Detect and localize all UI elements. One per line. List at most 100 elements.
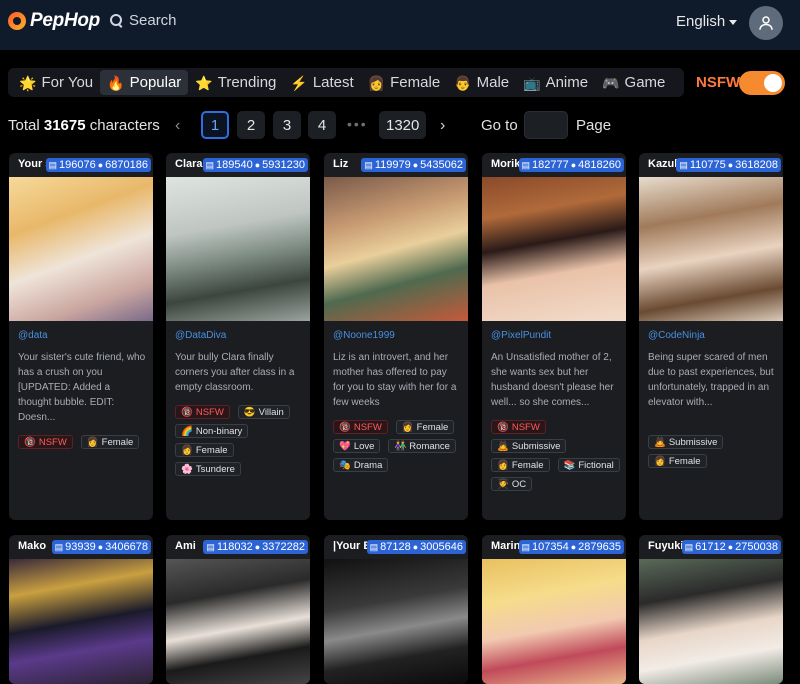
tag-drama[interactable]: 🎭 Drama bbox=[333, 458, 389, 472]
character-card[interactable]: Fuyuki ▤ 61712 ● 2750038 bbox=[639, 535, 783, 684]
tab-trending[interactable]: ⭐ Trending bbox=[188, 70, 283, 95]
category-tabs: 🌟 For You 🔥 Popular ⭐ Trending ⚡ Latest 👩 Fem… bbox=[8, 68, 684, 97]
star-icon: ⭐ bbox=[195, 74, 213, 91]
tag-female[interactable]: 👩 Female bbox=[80, 435, 140, 449]
tag-tsundere[interactable]: 🌸 Tsundere bbox=[175, 462, 241, 476]
tag-love[interactable]: 💖 Love bbox=[333, 439, 381, 453]
character-card[interactable]: Clara ▤ 189540 ● 5931230 @DataDiva Your bul… bbox=[166, 153, 310, 520]
page-3-button[interactable]: 3 bbox=[273, 111, 301, 139]
page-1-button[interactable]: 1 bbox=[201, 111, 229, 139]
character-image[interactable] bbox=[639, 559, 783, 684]
author-link[interactable]: @PixelPundit bbox=[491, 330, 551, 341]
card-name: Ami bbox=[175, 540, 196, 552]
logo-icon bbox=[8, 12, 26, 30]
character-card[interactable]: Mako ▤ 93939 ● 3406678 bbox=[9, 535, 153, 684]
tab-latest[interactable]: ⚡ Latest bbox=[283, 70, 360, 95]
tag-female[interactable]: 👩 Female bbox=[395, 420, 455, 434]
female-icon: 👩 bbox=[654, 455, 666, 467]
tag-nsfw[interactable]: 🔞 NSFW bbox=[175, 405, 230, 419]
character-image[interactable] bbox=[324, 177, 468, 321]
tag-villain[interactable]: 😎 Villain bbox=[237, 405, 290, 419]
chat-count: 61712 bbox=[695, 541, 726, 553]
character-image[interactable] bbox=[166, 559, 310, 684]
card-stats: ▤ 196076 ● 6870186 bbox=[45, 158, 151, 172]
character-card[interactable]: Ami ▤ 118032 ● 3372282 bbox=[166, 535, 310, 684]
tag-female[interactable]: 👩 Female bbox=[648, 454, 707, 468]
top-header: PepHop Search English bbox=[0, 0, 800, 50]
character-card[interactable]: Kazuko ▤ 110775 ● 3618208 @CodeNinja Being … bbox=[639, 153, 783, 520]
character-image[interactable] bbox=[9, 559, 153, 684]
character-image[interactable] bbox=[639, 177, 783, 321]
tab-male[interactable]: 👨 Male bbox=[447, 70, 516, 95]
language-select[interactable]: English bbox=[676, 13, 738, 30]
tab-for-you[interactable]: 🌟 For You bbox=[12, 70, 100, 95]
character-card[interactable]: |Your Br ▤ 87128 ● 3005646 bbox=[324, 535, 468, 684]
page-2-button[interactable]: 2 bbox=[237, 111, 265, 139]
author-link[interactable]: @CodeNinja bbox=[648, 330, 705, 341]
last-page-button[interactable]: 1320 bbox=[379, 111, 427, 139]
search-icon bbox=[110, 14, 123, 27]
character-image[interactable] bbox=[9, 177, 153, 321]
tag-female[interactable]: 👩 Female bbox=[175, 443, 234, 457]
tab-popular[interactable]: 🔥 Popular bbox=[100, 70, 189, 95]
tag-list: 🔞 NSFW 👩 Female 💖 Love 👫 Romance 🎭 Drama bbox=[333, 420, 465, 472]
character-card[interactable]: Marin I ▤ 107354 ● 2879635 bbox=[482, 535, 626, 684]
chat-count: 107354 bbox=[532, 541, 569, 553]
document-icon: ▤ bbox=[684, 541, 694, 552]
next-page-button[interactable]: › bbox=[440, 117, 445, 135]
tag-romance[interactable]: 👫 Romance bbox=[388, 439, 456, 453]
chat-bubble-icon: ● bbox=[727, 160, 734, 170]
tag-oc[interactable]: 🧑‍🎓 OC bbox=[491, 477, 533, 491]
pagination-ellipsis[interactable]: ••• bbox=[347, 116, 368, 132]
logo[interactable]: PepHop bbox=[8, 10, 100, 32]
nsfw-toggle[interactable] bbox=[739, 71, 785, 95]
author-link[interactable]: @DataDiva bbox=[175, 330, 226, 341]
card-description: Your sister's cute friend, who has a cru… bbox=[18, 352, 146, 423]
tag-label: Submissive bbox=[511, 440, 561, 452]
card-description: Liz is an introvert, and her mother has … bbox=[333, 352, 457, 408]
tag-non-binary[interactable]: 🌈 Non-binary bbox=[175, 424, 249, 438]
tag-label: Female bbox=[511, 459, 544, 471]
document-icon: ▤ bbox=[521, 541, 531, 552]
character-image[interactable] bbox=[324, 559, 468, 684]
male-icon: 👨 bbox=[454, 74, 472, 91]
tag-nsfw[interactable]: 🔞 NSFW bbox=[18, 435, 73, 449]
character-image[interactable] bbox=[482, 177, 626, 321]
tag-submissive[interactable]: 🙇 Submissive bbox=[648, 435, 724, 449]
document-icon: ▤ bbox=[54, 541, 64, 552]
tag-fictional[interactable]: 📚 Fictional bbox=[557, 458, 620, 472]
message-count: 4818260 bbox=[578, 159, 621, 171]
character-image[interactable] bbox=[482, 559, 626, 684]
message-count: 3005646 bbox=[420, 541, 463, 553]
character-card[interactable]: Liz ▤ 119979 ● 5435062 @Noone1999 Liz is an… bbox=[324, 153, 468, 520]
author-link[interactable]: @Noone1999 bbox=[333, 330, 395, 341]
character-card[interactable]: Moriko ▤ 182777 ● 4818260 @PixelPundit An U… bbox=[482, 153, 626, 520]
search-button[interactable]: Search bbox=[110, 12, 177, 29]
tag-nsfw[interactable]: 🔞 NSFW bbox=[491, 420, 546, 434]
chat-bubble-icon: ● bbox=[412, 160, 419, 170]
tag-female[interactable]: 👩 Female bbox=[491, 458, 550, 472]
character-image[interactable] bbox=[166, 177, 310, 321]
tag-submissive[interactable]: 🙇 Submissive bbox=[491, 439, 567, 453]
tab-anime[interactable]: 📺 Anime bbox=[516, 70, 595, 95]
lightning-icon: ⚡ bbox=[290, 74, 308, 91]
total-suffix: characters bbox=[89, 117, 160, 134]
flower-icon: 🌸 bbox=[181, 463, 193, 475]
document-icon: ▤ bbox=[369, 541, 379, 552]
author-link[interactable]: @data bbox=[18, 330, 48, 341]
message-count: 3372282 bbox=[262, 541, 305, 553]
tag-label: Villain bbox=[258, 406, 284, 418]
tab-game[interactable]: 🎮 Game bbox=[595, 70, 672, 95]
document-icon: ▤ bbox=[205, 159, 215, 170]
message-count: 5435062 bbox=[420, 159, 463, 171]
prev-page-button[interactable]: ‹ bbox=[175, 117, 180, 135]
page-4-button[interactable]: 4 bbox=[308, 111, 336, 139]
card-stats: ▤ 107354 ● 2879635 bbox=[518, 540, 624, 554]
tab-female[interactable]: 👩 Female bbox=[361, 70, 447, 95]
tag-nsfw[interactable]: 🔞 NSFW bbox=[333, 420, 388, 434]
user-avatar-button[interactable] bbox=[749, 6, 783, 40]
couple-icon: 👫 bbox=[394, 440, 407, 452]
goto-page-input[interactable] bbox=[524, 111, 568, 139]
document-icon: ▤ bbox=[521, 159, 531, 170]
character-card[interactable]: Your si ▤ 196076 ● 6870186 @data Your siste… bbox=[9, 153, 153, 520]
